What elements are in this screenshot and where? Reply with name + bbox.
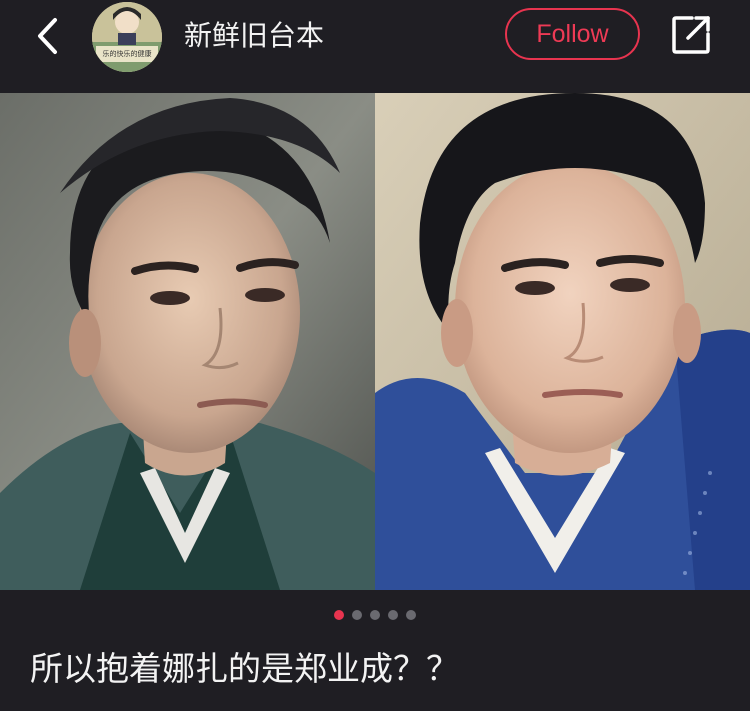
post-screen: 乐的快乐的健康 新鲜旧台本 Follow 所以抱着娜扎的是郑业成？？ <box>0 0 750 711</box>
username[interactable]: 新鲜旧台本 <box>184 16 324 56</box>
carousel-dot <box>370 610 380 620</box>
avatar[interactable]: 乐的快乐的健康 <box>92 2 162 72</box>
carousel-dot <box>334 610 344 620</box>
avatar-image: 乐的快乐的健康 <box>92 2 162 72</box>
post-caption: 所以抱着娜扎的是郑业成？？ <box>30 649 459 688</box>
carousel-dot <box>406 610 416 620</box>
image-carousel[interactable] <box>0 93 750 590</box>
carousel-dot <box>388 610 398 620</box>
chevron-left-icon <box>38 18 57 54</box>
share-button[interactable] <box>668 12 714 58</box>
avatar-text: 乐的快乐的健康 <box>103 49 152 58</box>
right-portrait <box>375 93 750 590</box>
carousel-dot <box>352 610 362 620</box>
post-header: 乐的快乐的健康 新鲜旧台本 Follow <box>0 0 750 86</box>
share-external-icon <box>672 16 710 54</box>
back-button[interactable] <box>26 14 70 58</box>
left-portrait <box>0 93 375 590</box>
follow-button[interactable]: Follow <box>505 8 640 60</box>
carousel-indicator <box>0 608 750 622</box>
